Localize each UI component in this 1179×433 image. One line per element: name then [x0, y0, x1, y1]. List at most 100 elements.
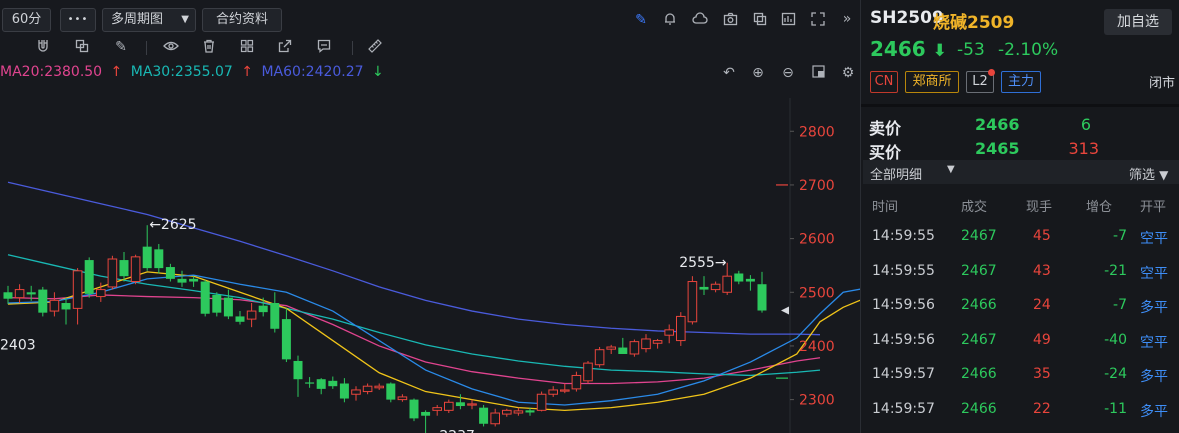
candle-body	[710, 283, 721, 291]
detail-price: 2466	[961, 400, 997, 417]
candle-body	[455, 402, 465, 407]
candle-body	[189, 278, 199, 282]
detail-open-close: 多平	[1140, 403, 1168, 420]
candle-body	[432, 407, 442, 411]
detail-row: 14:59:57 2466 35 -24 多平	[861, 358, 1179, 392]
candle-body	[513, 410, 524, 414]
divider	[861, 104, 1179, 107]
detail-time: 14:59:57	[872, 366, 935, 382]
candle	[745, 275, 755, 291]
candle	[38, 286, 48, 317]
y-tick-label: 2400	[799, 339, 835, 355]
current-price-pointer	[781, 306, 789, 315]
candle-body	[467, 403, 477, 406]
candle	[467, 399, 477, 410]
candle	[664, 324, 675, 344]
filter-label: 筛选	[1129, 168, 1156, 183]
candle-body	[119, 260, 129, 277]
candle	[594, 347, 605, 368]
detail-volume: 22	[1033, 400, 1051, 417]
detail-time: 14:59:56	[872, 297, 935, 313]
detail-price: 2466	[961, 366, 997, 382]
candle-body	[629, 341, 640, 355]
detail-oi-change: -7	[1113, 228, 1127, 244]
candle-body	[154, 249, 164, 269]
candle	[154, 243, 164, 274]
candle	[362, 383, 373, 395]
y-tick-label: 2800	[799, 124, 835, 140]
kline-chart[interactable]: ←2625 ←2237 2555→ 2403 2800 2700 2600 2500 2400…	[0, 0, 860, 433]
candle	[536, 391, 547, 412]
candle	[316, 378, 326, 395]
candle-body	[61, 303, 71, 310]
detail-volume: 35	[1033, 366, 1051, 382]
candle-body	[212, 294, 222, 313]
details-dropdown[interactable]: 全部明细	[870, 164, 922, 183]
col-header-volume: 现手	[1026, 200, 1053, 215]
candle	[734, 270, 744, 285]
candle-body	[525, 410, 535, 413]
funnel-icon: ▼	[1159, 168, 1169, 182]
candle-body	[107, 258, 118, 288]
candle	[14, 284, 25, 304]
col-header-oi-change: 增仓	[1086, 200, 1113, 215]
detail-oi-change: -7	[1113, 297, 1127, 313]
candle	[710, 281, 721, 293]
detail-price: 2467	[961, 331, 997, 348]
candle-body	[421, 411, 431, 416]
detail-row: 14:59:56 2467 49 -40 空平	[861, 324, 1179, 358]
candle	[293, 355, 303, 397]
candle-body	[26, 292, 36, 295]
detail-volume: 49	[1033, 331, 1051, 348]
down-arrow-icon: ⬇	[932, 41, 947, 61]
candle-body	[757, 284, 767, 311]
candle-body	[14, 289, 25, 299]
candle-body	[676, 315, 686, 342]
candle-body	[606, 346, 617, 350]
candle-body	[305, 382, 315, 384]
candle	[305, 377, 315, 388]
candle	[432, 404, 442, 416]
candle-body	[502, 409, 512, 415]
candle	[513, 407, 524, 416]
filter-button[interactable]: 筛选 ▼	[1129, 164, 1168, 183]
detail-open-close: 空平	[1140, 334, 1168, 351]
candle-body	[583, 362, 593, 382]
candle	[397, 394, 408, 402]
candle-body	[351, 389, 361, 395]
col-header-time: 时间	[872, 200, 899, 215]
candle	[258, 297, 268, 317]
candle-body	[664, 329, 675, 336]
detail-open-close: 空平	[1140, 265, 1168, 282]
candle	[409, 398, 419, 422]
caret-down-icon[interactable]: ▼	[947, 164, 955, 175]
candle-body	[177, 278, 187, 283]
detail-row: 14:59:57 2466 22 -11 多平	[861, 393, 1179, 427]
candle	[548, 386, 559, 397]
candle	[339, 378, 349, 403]
candle-body	[84, 260, 94, 294]
candle-body	[293, 360, 303, 380]
candle	[560, 383, 570, 394]
candle	[757, 271, 767, 313]
tag-main-contract: 主力	[1001, 71, 1041, 93]
y-tick-label: 2700	[799, 178, 835, 194]
col-header-open-close: 开平	[1140, 200, 1167, 215]
candle	[223, 289, 233, 320]
add-favorite-button[interactable]: 加自选	[1104, 9, 1172, 35]
candle-body	[316, 379, 326, 389]
candle-body	[444, 401, 454, 411]
chart-pane[interactable]: 60分 ••• 多周期图 ▼ 合约资料 ✎ » ✎ MA20:2380.50 ↑…	[0, 0, 860, 433]
candle-body	[258, 305, 268, 313]
candle	[107, 255, 118, 290]
candle-body	[49, 299, 60, 312]
detail-oi-change: -24	[1104, 366, 1127, 382]
candle	[502, 408, 512, 417]
bid-price: 2465	[975, 139, 1020, 158]
candle-body	[3, 292, 13, 299]
candle	[49, 292, 60, 317]
candle-body	[362, 385, 373, 393]
candle	[235, 311, 245, 325]
candle-body	[594, 349, 605, 366]
detail-open-close: 空平	[1140, 231, 1168, 247]
